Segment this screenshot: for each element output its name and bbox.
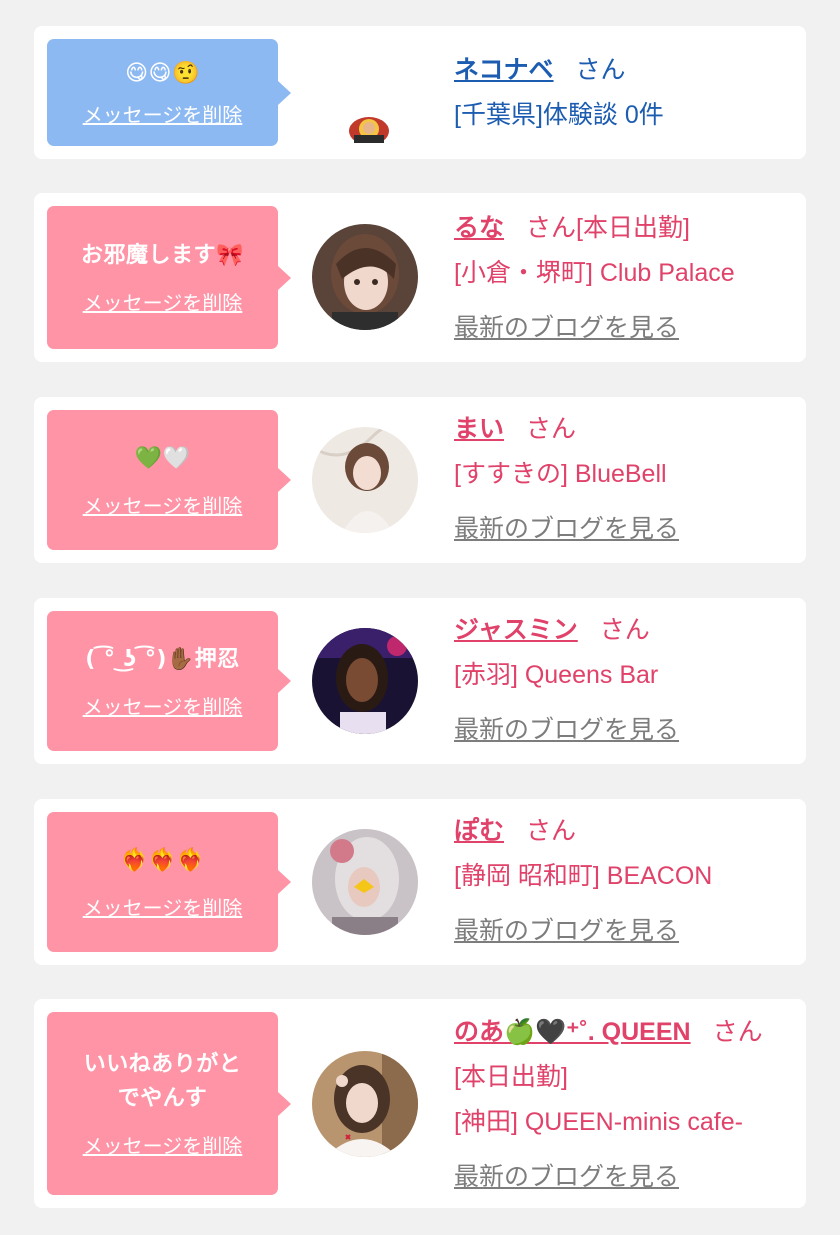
delete-message-link[interactable]: メッセージを削除 bbox=[83, 490, 243, 519]
message-text: 💚🤍 bbox=[134, 445, 191, 471]
status-badge: [本日出勤] bbox=[576, 214, 690, 242]
message-card: 💚🤍 メッセージを削除 まい さん [すすきの] BlueBell 最新のブログを… bbox=[34, 397, 806, 563]
avatar[interactable] bbox=[312, 829, 418, 935]
latest-blog-link[interactable]: 最新のブログを見る bbox=[454, 708, 679, 753]
avatar[interactable] bbox=[312, 427, 418, 533]
message-text: お邪魔します🎀 bbox=[81, 243, 244, 268]
delete-message-link[interactable]: メッセージを削除 bbox=[83, 892, 243, 921]
user-info: のあ🍏🖤⁺˚. QUEEN さん [本日出勤] [神田] QUEEN-minis c… bbox=[454, 1010, 778, 1200]
message-card: 😋😋🤨 メッセージを削除 ネコナベ さん [千葉県]体験談 0件 bbox=[34, 26, 806, 159]
user-info: るな さん[本日出勤] [小倉・堺町] Club Palace 最新のブログを見る bbox=[454, 206, 778, 351]
honorific: さん bbox=[712, 1018, 763, 1046]
message-text: いいねありがとでやんす bbox=[83, 1052, 242, 1111]
user-info: ネコナベ さん [千葉県]体験談 0件 bbox=[454, 48, 778, 138]
avatar[interactable] bbox=[348, 113, 390, 145]
message-bubble: 💚🤍 メッセージを削除 bbox=[47, 410, 291, 550]
user-shop-info: [すすきの] BlueBell bbox=[454, 460, 667, 488]
user-name-link[interactable]: のあ🍏🖤⁺˚. QUEEN bbox=[454, 1018, 691, 1046]
delete-message-link[interactable]: メッセージを削除 bbox=[83, 1130, 243, 1159]
message-bubble: お邪魔します🎀 メッセージを削除 bbox=[47, 206, 291, 349]
latest-blog-link[interactable]: 最新のブログを見る bbox=[454, 306, 679, 351]
message-bubble: 😋😋🤨 メッセージを削除 bbox=[47, 39, 291, 146]
user-info: ジャスミン さん [赤羽] Queens Bar 最新のブログを見る bbox=[454, 608, 778, 753]
message-text: 😋😋🤨 bbox=[125, 61, 200, 86]
honorific: さん bbox=[575, 56, 626, 84]
user-name-link[interactable]: ぽむ bbox=[454, 817, 504, 845]
user-shop-info: [神田] QUEEN-minis cafe- bbox=[454, 1108, 743, 1136]
status-badge: [本日出勤] bbox=[454, 1063, 568, 1091]
user-name-link[interactable]: ジャスミン bbox=[454, 616, 578, 644]
honorific: さん bbox=[526, 817, 577, 845]
latest-blog-link[interactable]: 最新のブログを見る bbox=[454, 1155, 679, 1200]
message-bubble: いいねありがとでやんす メッセージを削除 bbox=[47, 1012, 291, 1195]
user-info: ぽむ さん [静岡 昭和町] BEACON 最新のブログを見る bbox=[454, 809, 778, 954]
user-name-link[interactable]: まい bbox=[454, 415, 504, 443]
user-shop-info: [静岡 昭和町] BEACON bbox=[454, 862, 713, 890]
delete-message-link[interactable]: メッセージを削除 bbox=[83, 691, 243, 720]
user-shop-info: [小倉・堺町] Club Palace bbox=[454, 259, 735, 287]
user-shop-info: [赤羽] Queens Bar bbox=[454, 661, 659, 689]
message-card: いいねありがとでやんす メッセージを削除 のあ🍏🖤⁺˚. QUEEN さん [本日出… bbox=[34, 999, 806, 1208]
latest-blog-link[interactable]: 最新のブログを見る bbox=[454, 507, 679, 552]
honorific: さん bbox=[526, 415, 577, 443]
message-bubble: ❤️‍🔥❤️‍🔥❤️‍🔥 メッセージを削除 bbox=[47, 812, 291, 952]
user-shop-info: [千葉県]体験談 0件 bbox=[454, 101, 664, 129]
avatar[interactable] bbox=[312, 224, 418, 330]
honorific: さん bbox=[599, 616, 650, 644]
avatar[interactable] bbox=[312, 1051, 418, 1157]
user-name-link[interactable]: るな bbox=[454, 214, 504, 242]
message-list: 😋😋🤨 メッセージを削除 ネコナベ さん [千葉県]体験談 0件 お邪魔します🎀 … bbox=[0, 0, 840, 1235]
latest-blog-link[interactable]: 最新のブログを見る bbox=[454, 909, 679, 954]
message-card: お邪魔します🎀 メッセージを削除 るな さん[本日出勤] [小倉・堺町] Club… bbox=[34, 193, 806, 362]
delete-message-link[interactable]: メッセージを削除 bbox=[83, 99, 243, 128]
message-card: ❤️‍🔥❤️‍🔥❤️‍🔥 メッセージを削除 ぽむ さん [静岡 昭和町] BEAC… bbox=[34, 799, 806, 965]
avatar[interactable] bbox=[312, 628, 418, 734]
message-text: ❤️‍🔥❤️‍🔥❤️‍🔥 bbox=[120, 847, 205, 873]
message-text: ( ͡° ͜ʖ ͡°)✋🏾押忍 bbox=[85, 646, 240, 672]
honorific: さん bbox=[526, 214, 577, 242]
user-name-link[interactable]: ネコナベ bbox=[454, 56, 554, 84]
message-card: ( ͡° ͜ʖ ͡°)✋🏾押忍 メッセージを削除 ジャスミン さん [赤羽] Qu… bbox=[34, 598, 806, 764]
user-info: まい さん [すすきの] BlueBell 最新のブログを見る bbox=[454, 407, 778, 552]
delete-message-link[interactable]: メッセージを削除 bbox=[83, 287, 243, 316]
message-bubble: ( ͡° ͜ʖ ͡°)✋🏾押忍 メッセージを削除 bbox=[47, 611, 291, 751]
